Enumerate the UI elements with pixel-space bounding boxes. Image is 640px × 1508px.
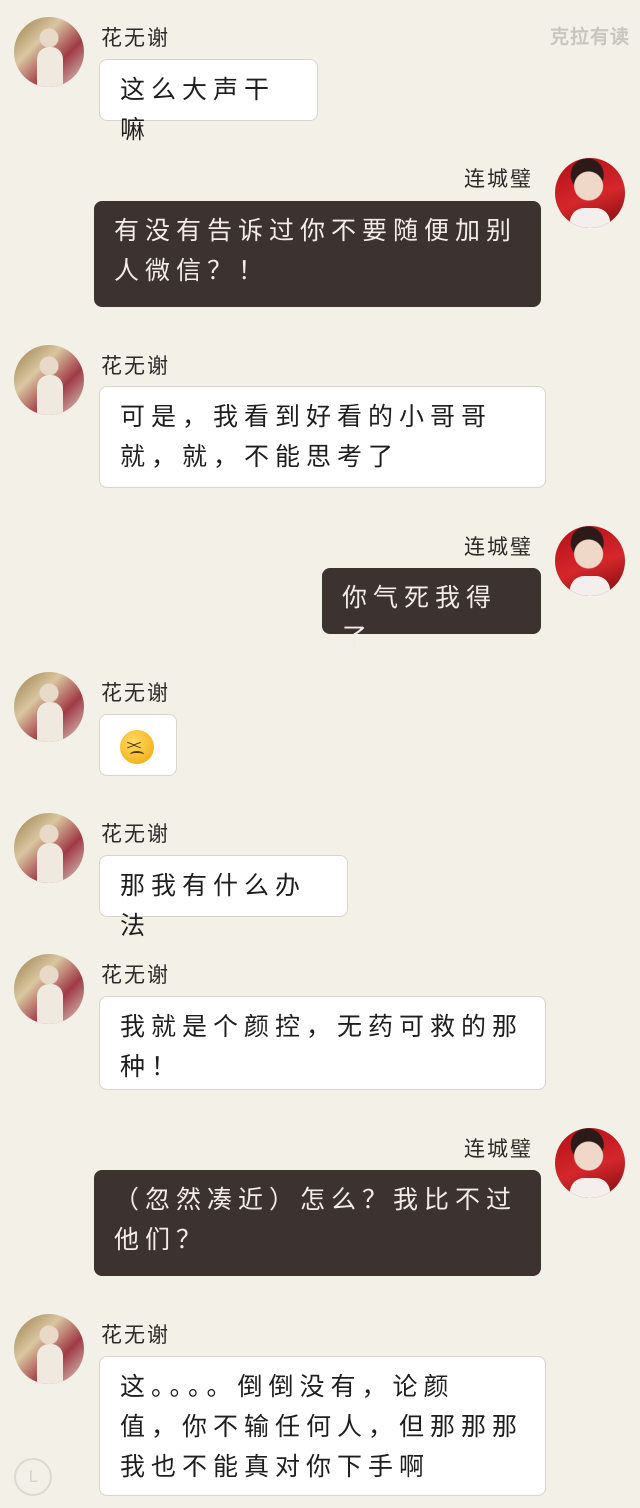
avatar-lian-chengbi[interactable]: [555, 1128, 625, 1198]
avatar-hua-wuxie[interactable]: [14, 672, 84, 742]
watermark: 克拉有读: [549, 26, 630, 48]
sender-name: 花无谢: [101, 1323, 170, 1347]
sender-name: 花无谢: [101, 963, 170, 987]
message-line: 这。。。。倒倒没有，论颜: [120, 1372, 455, 1401]
app-logo-icon: L: [14, 1458, 52, 1496]
message-line: 我就是个颜控，无药可救的那: [120, 1012, 524, 1041]
avatar-hua-wuxie[interactable]: [14, 17, 84, 87]
message-line: 种！: [120, 1052, 183, 1081]
chat-bubble[interactable]: 这么大声干嘛: [99, 59, 318, 144]
chat-bubble[interactable]: 可是，我看到好看的小哥哥 就，就，不能思考了: [99, 386, 546, 488]
chat-bubble[interactable]: > <: [99, 714, 177, 776]
message-line: 那我有什么办法: [120, 871, 307, 940]
sender-name: 连城璧: [464, 535, 533, 559]
message-line: 人微信？！: [114, 256, 270, 285]
sender-name: 花无谢: [101, 354, 170, 378]
sender-name: 连城璧: [464, 1137, 533, 1161]
message-line: 你气死我得了: [342, 583, 498, 652]
avatar-hua-wuxie[interactable]: [14, 954, 84, 1024]
sender-name: 花无谢: [101, 681, 170, 705]
chat-bubble[interactable]: 那我有什么办法: [99, 855, 348, 940]
avatar-hua-wuxie[interactable]: [14, 345, 84, 415]
chat-bubble[interactable]: 有没有告诉过你不要随便加别 人微信？！: [94, 201, 541, 307]
sender-name: 花无谢: [101, 822, 170, 846]
sender-name: 连城璧: [464, 167, 533, 191]
message-line: 就，就，不能思考了: [120, 442, 400, 471]
sender-name: 花无谢: [101, 26, 170, 50]
message-line: 有没有告诉过你不要随便加别: [114, 216, 518, 245]
avatar-lian-chengbi[interactable]: [555, 526, 625, 596]
chat-bubble[interactable]: 这。。。。倒倒没有，论颜 值，你不输任何人，但那那那 我也不能真对你下手啊: [99, 1356, 546, 1496]
chat-bubble[interactable]: 你气死我得了: [322, 568, 541, 652]
avatar-hua-wuxie[interactable]: [14, 1314, 84, 1384]
message-line: 我也不能真对你下手啊: [120, 1452, 431, 1481]
persevering-face-icon: > <: [120, 730, 154, 764]
message-line: 他们？: [114, 1225, 208, 1254]
chat-bubble[interactable]: 我就是个颜控，无药可救的那 种！: [99, 996, 546, 1090]
avatar-hua-wuxie[interactable]: [14, 813, 84, 883]
message-line: （忽然凑近）怎么？我比不过: [114, 1185, 518, 1214]
message-line: 这么大声干嘛: [120, 75, 276, 144]
chat-bubble[interactable]: （忽然凑近）怎么？我比不过 他们？: [94, 1170, 541, 1276]
message-line: 值，你不输任何人，但那那那: [120, 1412, 524, 1441]
message-line: 可是，我看到好看的小哥哥: [120, 402, 493, 431]
avatar-lian-chengbi[interactable]: [555, 158, 625, 228]
